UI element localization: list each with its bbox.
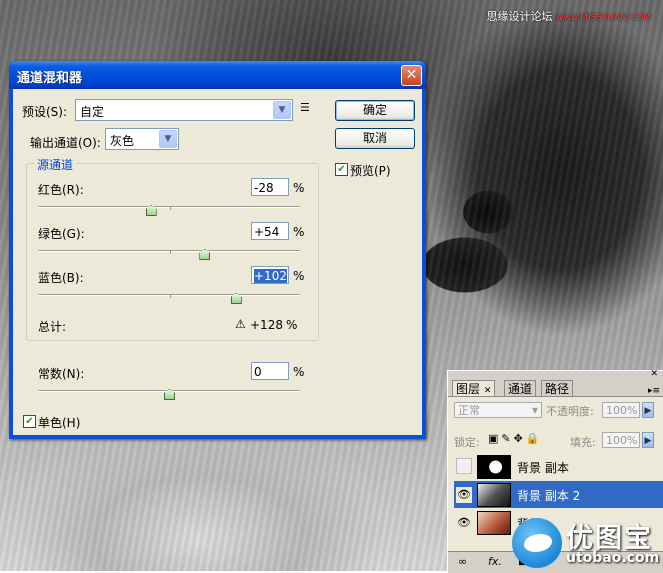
total-value: +128 bbox=[250, 318, 283, 332]
green-center-tick bbox=[170, 251, 171, 254]
opacity-arrow-icon[interactable]: ▶ bbox=[642, 402, 654, 418]
cancel-button[interactable]: 取消 bbox=[335, 128, 415, 149]
constant-percent: % bbox=[293, 365, 305, 379]
eye-icon[interactable]: 👁 bbox=[456, 515, 472, 531]
output-channel-select[interactable]: 灰色 ▼ bbox=[105, 128, 179, 150]
logo-watermark: 优图宝 utobao.com bbox=[510, 512, 663, 571]
total-percent: % bbox=[286, 318, 298, 332]
check-icon: ✔ bbox=[25, 416, 34, 427]
bird-icon bbox=[512, 518, 562, 568]
layer-thumbnail bbox=[477, 511, 511, 535]
blue-value-field[interactable]: +102 bbox=[251, 266, 289, 284]
panel-menu-icon[interactable]: ▸≡ bbox=[648, 386, 660, 396]
dialog-client: 预设(S): 自定 ▼ ☰ 输出通道(O): 灰色 ▼ 确定 取消 ✔ 预览(P… bbox=[13, 89, 422, 435]
eye-icon[interactable]: 👁 bbox=[456, 487, 472, 503]
total-label: 总计: bbox=[38, 320, 67, 334]
dialog-title: 通道混和器 bbox=[17, 71, 83, 86]
layer-row-selected[interactable]: 👁 背景 副本 2 bbox=[454, 481, 663, 508]
layer-thumbnail bbox=[477, 455, 511, 479]
chevron-down-icon: ▼ bbox=[273, 101, 291, 119]
fill-label: 填充: bbox=[570, 436, 596, 449]
warning-icon: ⚠ bbox=[235, 317, 246, 331]
close-icon[interactable]: ✕ bbox=[484, 386, 492, 396]
red-label: 红色(R): bbox=[38, 183, 84, 197]
monochrome-checkbox[interactable]: ✔ bbox=[23, 415, 36, 428]
layer-name: 背景 副本 2 bbox=[517, 489, 581, 503]
red-value-field[interactable]: -28 bbox=[251, 178, 289, 196]
preset-label: 预设(S): bbox=[22, 105, 68, 119]
green-value-field[interactable]: +54 bbox=[251, 222, 289, 240]
layer-row[interactable]: 背景 副本 bbox=[454, 453, 663, 480]
tab-layers[interactable]: 图层 ✕ bbox=[452, 380, 496, 397]
link-icon[interactable]: ∞ bbox=[458, 555, 467, 568]
green-slider-track[interactable] bbox=[38, 250, 300, 252]
top-watermark: 思缘设计论坛 www.MISSYUAN.COM bbox=[486, 10, 651, 23]
close-icon[interactable]: ✕ bbox=[650, 369, 658, 379]
output-channel-value: 灰色 bbox=[110, 134, 135, 148]
red-slider-track[interactable] bbox=[38, 206, 300, 208]
fx-icon[interactable]: fx. bbox=[488, 555, 502, 568]
green-percent: % bbox=[293, 225, 305, 239]
layer-name: 背景 副本 bbox=[517, 461, 569, 475]
preview-label: 预览(P) bbox=[350, 164, 391, 178]
output-channel-label: 输出通道(O): bbox=[30, 136, 101, 150]
blue-center-tick bbox=[170, 295, 171, 298]
channel-mixer-dialog: 通道混和器 ✕ 预设(S): 自定 ▼ ☰ 输出通道(O): 灰色 ▼ 确定 取… bbox=[9, 61, 426, 439]
panel-header[interactable]: ✕ bbox=[448, 369, 663, 379]
logo-url: utobao.com bbox=[566, 550, 660, 566]
preview-checkbox[interactable]: ✔ bbox=[335, 163, 348, 176]
constant-label: 常数(N): bbox=[38, 367, 85, 381]
chevron-down-icon: ▼ bbox=[531, 406, 538, 415]
preset-options-icon[interactable]: ☰ bbox=[300, 101, 310, 114]
lock-label: 锁定: bbox=[454, 436, 480, 449]
blend-mode-select[interactable]: 正常 ▼ bbox=[454, 402, 542, 418]
close-button[interactable]: ✕ bbox=[401, 65, 422, 86]
opacity-field[interactable]: 100% bbox=[602, 402, 640, 418]
close-icon: ✕ bbox=[405, 67, 418, 83]
blue-slider-track[interactable] bbox=[38, 294, 300, 296]
tab-channels[interactable]: 通道 bbox=[504, 380, 537, 397]
monochrome-label: 单色(H) bbox=[38, 416, 81, 430]
source-channels-label: 源通道 bbox=[34, 156, 77, 173]
fill-arrow-icon[interactable]: ▶ bbox=[642, 432, 654, 448]
constant-value-field[interactable]: 0 bbox=[251, 362, 289, 380]
visibility-toggle[interactable] bbox=[456, 458, 472, 474]
preset-select[interactable]: 自定 ▼ bbox=[75, 99, 293, 121]
chevron-down-icon: ▼ bbox=[159, 130, 177, 148]
lock-icons[interactable]: ▣✎✥🔒 bbox=[488, 432, 543, 445]
fill-field[interactable]: 100% bbox=[602, 432, 640, 448]
preset-value: 自定 bbox=[80, 105, 105, 119]
red-percent: % bbox=[293, 181, 305, 195]
dialog-title-bar[interactable]: 通道混和器 ✕ bbox=[9, 61, 426, 89]
ok-button[interactable]: 确定 bbox=[335, 100, 415, 121]
blue-label: 蓝色(B): bbox=[38, 271, 84, 285]
blue-percent: % bbox=[293, 269, 305, 283]
tab-paths[interactable]: 路径 bbox=[541, 380, 574, 397]
green-label: 绿色(G): bbox=[38, 227, 85, 241]
check-icon: ✔ bbox=[337, 164, 346, 175]
opacity-label: 不透明度: bbox=[546, 405, 594, 418]
layer-thumbnail bbox=[477, 483, 511, 507]
red-center-tick bbox=[170, 207, 171, 210]
